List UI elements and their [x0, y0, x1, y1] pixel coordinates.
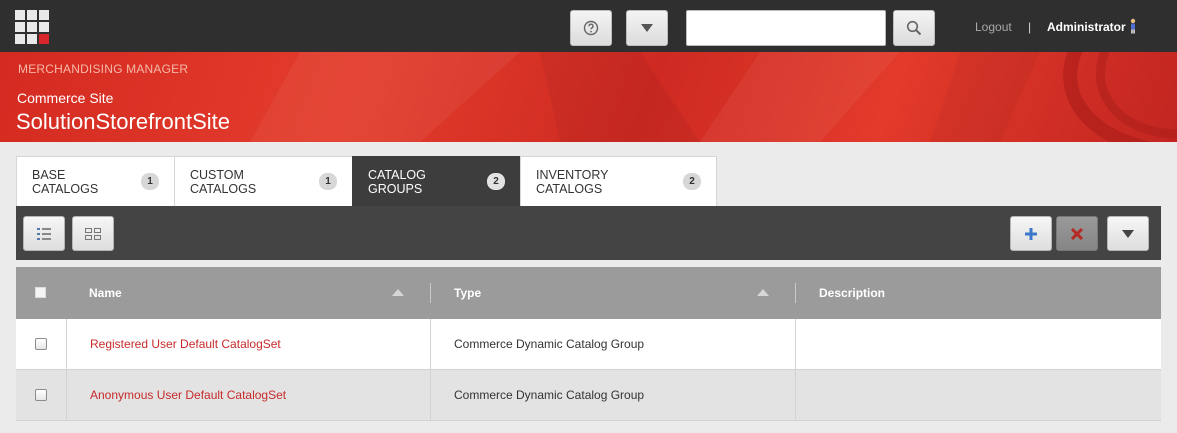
- list-view-icon: [37, 227, 51, 240]
- tab-custom-catalogs[interactable]: CUSTOM CATALOGS 1: [174, 156, 353, 206]
- count-badge: 1: [141, 173, 159, 190]
- cell-divider: [66, 319, 67, 369]
- sort-ascending-icon[interactable]: [392, 289, 404, 296]
- search-icon: [906, 20, 922, 36]
- table-row[interactable]: Registered User Default CatalogSet Comme…: [16, 319, 1161, 370]
- cell-divider: [795, 319, 796, 369]
- count-badge: 1: [319, 173, 337, 190]
- column-divider: [430, 283, 431, 303]
- delete-icon: [1071, 227, 1083, 240]
- column-header-type[interactable]: Type: [454, 267, 481, 319]
- dropdown-button[interactable]: [626, 10, 668, 46]
- select-all-checkbox[interactable]: [35, 287, 46, 298]
- app-name: MERCHANDISING MANAGER: [18, 62, 189, 76]
- catalog-name-link[interactable]: Registered User Default CatalogSet: [90, 319, 281, 369]
- row-checkbox[interactable]: [35, 389, 47, 401]
- column-header-name[interactable]: Name: [89, 267, 122, 319]
- help-button[interactable]: [570, 10, 612, 46]
- catalog-groups-table: Name Type Description Registered User De…: [16, 267, 1161, 421]
- catalog-tabs: BASE CATALOGS 1 CUSTOM CATALOGS 1 CATALO…: [16, 156, 717, 206]
- catalog-name-link[interactable]: Anonymous User Default CatalogSet: [90, 370, 286, 420]
- table-row[interactable]: Anonymous User Default CatalogSet Commer…: [16, 370, 1161, 421]
- count-badge: 2: [683, 173, 701, 190]
- sort-ascending-icon[interactable]: [757, 289, 769, 296]
- logout-link[interactable]: Logout: [975, 20, 1012, 34]
- separator: |: [1028, 20, 1032, 34]
- help-icon: [583, 20, 599, 36]
- dropdown-icon: [641, 24, 653, 32]
- site-label: Commerce Site: [17, 90, 114, 106]
- column-header-description[interactable]: Description: [819, 267, 885, 319]
- grid-view-icon: [85, 227, 101, 240]
- add-icon: [1025, 227, 1037, 240]
- more-actions-button[interactable]: [1107, 216, 1149, 251]
- user-icon[interactable]: [1128, 18, 1138, 34]
- row-checkbox[interactable]: [35, 338, 47, 350]
- grid-view-button[interactable]: [72, 216, 114, 251]
- delete-button[interactable]: [1056, 216, 1098, 251]
- tab-label: BASE CATALOGS: [32, 167, 99, 196]
- cell-divider: [430, 319, 431, 369]
- count-badge: 2: [487, 173, 505, 190]
- list-view-button[interactable]: [23, 216, 65, 251]
- tab-catalog-groups[interactable]: CATALOG GROUPS 2: [352, 156, 521, 206]
- catalog-type: Commerce Dynamic Catalog Group: [454, 388, 645, 402]
- user-name[interactable]: Administrator: [1047, 20, 1126, 34]
- tab-base-catalogs[interactable]: BASE CATALOGS 1: [16, 156, 175, 206]
- add-button[interactable]: [1010, 216, 1052, 251]
- cell-divider: [795, 370, 796, 420]
- site-banner: MERCHANDISING MANAGER Commerce Site Solu…: [0, 52, 1177, 142]
- site-name[interactable]: SolutionStorefrontSite: [16, 109, 230, 135]
- tab-label: INVENTORY CATALOGS: [536, 167, 609, 196]
- cell-divider: [430, 370, 431, 420]
- catalog-type: Commerce Dynamic Catalog Group: [454, 337, 645, 351]
- more-actions-icon: [1122, 229, 1134, 238]
- grid-toolbar: [16, 206, 1161, 260]
- table-header: Name Type Description: [16, 267, 1161, 319]
- tab-inventory-catalogs[interactable]: INVENTORY CATALOGS 2: [520, 156, 717, 206]
- cell-divider: [66, 370, 67, 420]
- tab-label: CUSTOM CATALOGS: [190, 167, 257, 196]
- column-divider: [795, 283, 796, 303]
- top-bar: Logout | Administrator: [0, 0, 1177, 52]
- apps-grid-icon[interactable]: [15, 10, 49, 44]
- search-input[interactable]: [686, 10, 886, 46]
- search-button[interactable]: [893, 10, 935, 46]
- tab-label: CATALOG GROUPS: [368, 167, 426, 196]
